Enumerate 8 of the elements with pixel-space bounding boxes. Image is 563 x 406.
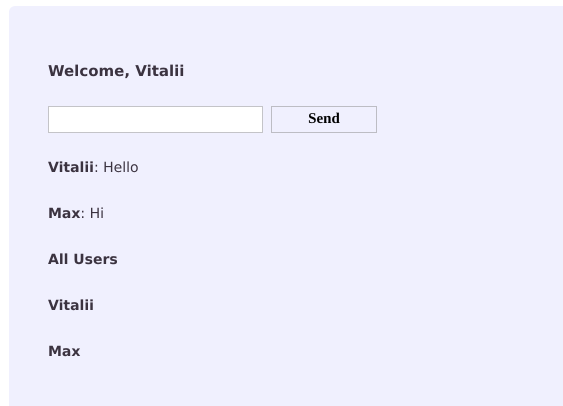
chat-message: Vitalii: Hello (48, 159, 139, 177)
message-input[interactable] (48, 106, 263, 133)
user-name: Vitalii (48, 297, 94, 315)
user-name: Max (48, 343, 80, 361)
users-heading: All Users (48, 251, 118, 269)
send-button[interactable]: Send (271, 106, 377, 133)
welcome-heading: Welcome, Vitalii (48, 62, 184, 80)
chat-message: Max: Hi (48, 205, 104, 223)
